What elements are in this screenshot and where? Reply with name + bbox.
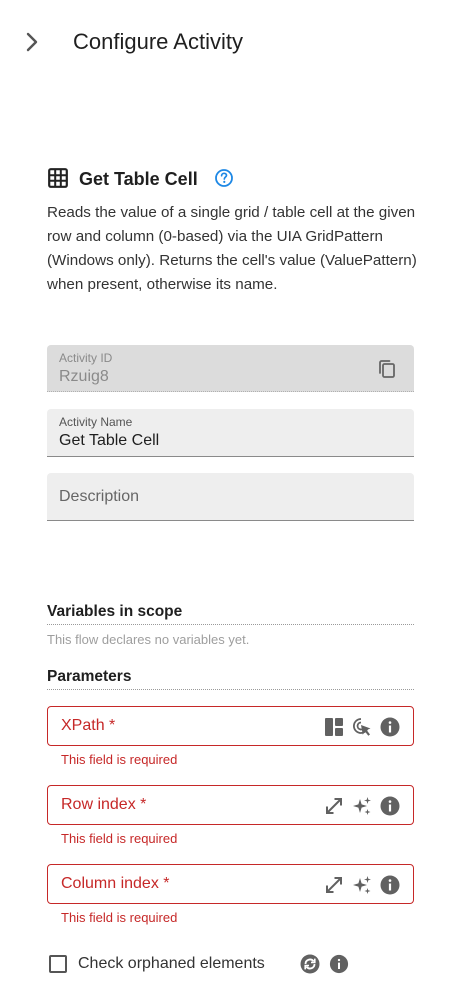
help-circle-icon[interactable] (214, 168, 234, 188)
expand-icon[interactable] (323, 795, 345, 817)
check-orphaned-label[interactable]: Check orphaned elements (78, 955, 265, 973)
activity-header: Get Table Cell (47, 164, 427, 192)
activity-id-value: Rzuig8 (59, 368, 109, 385)
description-placeholder[interactable]: Description (59, 488, 139, 506)
activity-name-field[interactable]: Activity Name Get Table Cell (47, 409, 414, 457)
parameters-section-title: Parameters (47, 668, 414, 690)
activity-id-label: Activity ID (59, 351, 113, 365)
info-icon[interactable] (329, 954, 349, 974)
column-index-field[interactable]: Column index * (47, 864, 414, 904)
element-picker-icon[interactable] (351, 716, 373, 738)
xpath-error: This field is required (61, 752, 178, 767)
check-orphaned-row: Check orphaned elements (47, 952, 417, 976)
variables-section-title: Variables in scope (47, 603, 414, 625)
sparkle-icon[interactable] (351, 874, 373, 896)
activity-description: Reads the value of a single grid / table… (47, 204, 417, 293)
activity-name-input[interactable]: Get Table Cell (59, 432, 159, 450)
variables-empty-note: This flow declares no variables yet. (47, 632, 250, 647)
column-index-error: This field is required (61, 910, 178, 925)
xpath-field[interactable]: XPath * (47, 706, 414, 746)
sparkle-icon[interactable] (351, 795, 373, 817)
activity-name-label: Activity Name (59, 415, 133, 429)
layout-icon[interactable] (323, 716, 345, 738)
row-index-label: Row index * (61, 796, 147, 813)
xpath-label: XPath * (61, 717, 116, 734)
check-orphaned-checkbox[interactable] (49, 955, 67, 973)
activity-title: Get Table Cell (79, 169, 198, 189)
table-grid-icon (48, 168, 68, 188)
chevron-right-icon[interactable] (22, 30, 42, 54)
row-index-error: This field is required (61, 831, 178, 846)
row-index-field[interactable]: Row index * (47, 785, 414, 825)
description-field[interactable]: Description (47, 473, 414, 521)
activity-id-field: Activity ID Rzuig8 (47, 345, 414, 392)
expand-icon[interactable] (323, 874, 345, 896)
refresh-icon[interactable] (300, 954, 320, 974)
info-icon[interactable] (379, 795, 401, 817)
panel-title: Configure Activity (73, 29, 243, 54)
info-icon[interactable] (379, 716, 401, 738)
info-icon[interactable] (379, 874, 401, 896)
column-index-label: Column index * (61, 875, 170, 892)
panel-header: Configure Activity (0, 0, 470, 84)
copy-icon[interactable] (376, 358, 398, 380)
